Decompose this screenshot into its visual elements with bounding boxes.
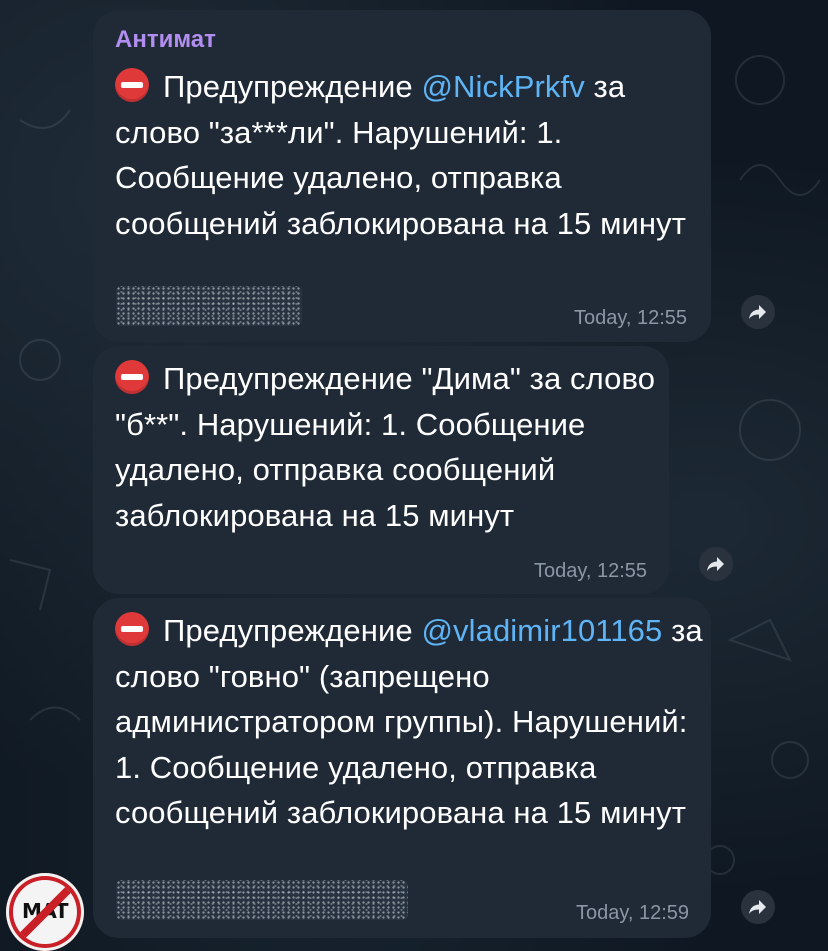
sender-avatar[interactable]: MAT [6, 873, 84, 951]
no-entry-icon [115, 68, 149, 102]
no-entry-icon [115, 360, 149, 394]
message-timestamp: Today, 12:55 [573, 307, 687, 329]
message-text-body: Предупреждение "Дима" за слово "б**". На… [115, 361, 656, 533]
forward-arrow-icon [707, 557, 724, 571]
forward-button[interactable] [741, 890, 775, 924]
spoiler-text[interactable] [116, 880, 408, 920]
forward-button[interactable] [699, 547, 733, 581]
message-text: Предупреждение @NickPrkfv за слово "за**… [115, 64, 705, 246]
message-text: Предупреждение @vladimir101165 за слово … [115, 608, 705, 836]
message-bubble-2[interactable]: Предупреждение "Дима" за слово "б**". На… [93, 346, 669, 594]
forward-button[interactable] [741, 295, 775, 329]
message-text: Предупреждение "Дима" за слово "б**". На… [115, 356, 665, 538]
sender-name[interactable]: Антимат [115, 26, 216, 54]
warning-word: Предупреждение [163, 613, 413, 648]
message-timestamp: Today, 12:59 [575, 902, 689, 924]
message-bubble-3[interactable]: Предупреждение @vladimir101165 за слово … [93, 598, 711, 938]
message-timestamp: Today, 12:55 [533, 560, 647, 582]
no-swearing-sign-icon: MAT [13, 880, 77, 944]
user-mention-link[interactable]: @vladimir101165 [421, 613, 662, 648]
warning-word: Предупреждение [163, 69, 413, 104]
no-entry-icon [115, 612, 149, 646]
forward-arrow-icon [749, 305, 766, 319]
message-bubble-1[interactable]: Антимат Предупреждение @NickPrkfv за сло… [93, 10, 711, 342]
forward-arrow-icon [749, 900, 766, 914]
spoiler-text[interactable] [116, 286, 302, 326]
user-mention-link[interactable]: @NickPrkfv [421, 69, 584, 104]
